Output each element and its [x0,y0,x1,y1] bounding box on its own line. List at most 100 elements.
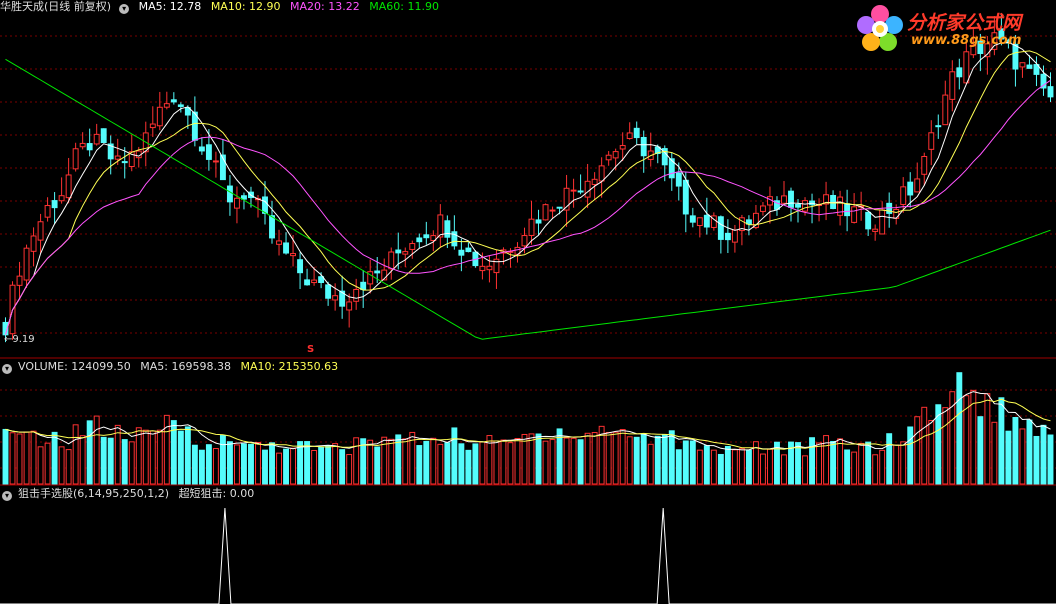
candle-body [781,195,787,204]
volume-bar [367,439,374,485]
volume-bar [991,421,998,485]
volume-bar [1005,430,1012,485]
volume-bar [149,430,156,485]
candle-body [170,99,177,103]
volume-bar [1012,417,1019,485]
site-logo: 分析家公式网 www.88gs.com [855,2,1055,54]
ma10-line [5,50,1051,335]
candle-body [444,220,451,238]
volume-bar [325,445,332,485]
volume-bar [584,432,591,485]
candle-body [163,103,170,108]
candle-body [205,144,212,160]
candle-body [283,242,289,254]
indicator-value: 超短狙击: 0.00 [178,487,255,500]
volume-bar [731,449,738,485]
ma60-line [5,58,1051,340]
candle-body [276,240,282,245]
volume-bar [465,449,472,485]
volume-bar [51,431,58,485]
candle-body [1026,64,1033,69]
volume-bar [844,449,851,485]
volume-bar [430,437,437,485]
volume-bar [689,440,696,485]
candle-body [402,251,409,255]
volume-bar [942,407,949,485]
flower-logo-icon [857,5,903,51]
candle-body [16,275,23,286]
volume-bar [107,437,114,485]
candle-body [149,123,156,129]
candle-body [311,279,318,284]
volume-bar [248,443,254,485]
candle-body [37,221,44,241]
volume-bar [626,436,633,485]
candle-body [535,219,542,224]
candle-body [416,237,423,243]
volume-bar [479,441,486,485]
volume-bar [163,414,170,485]
volume-bar [290,447,297,485]
volume-bar [619,429,626,485]
volume-bar [956,372,963,485]
collapse-price-icon[interactable]: ▾ [119,4,130,14]
volume-bar [521,433,528,485]
logo-url: www.88gs.com [911,33,1022,48]
candle-body [325,284,332,299]
volume-label: VOLUME: 124099.50 [18,360,131,373]
candle-body [332,295,339,301]
volume-bar [612,431,619,485]
volume-bar [830,440,837,485]
low-price-marker: ←9.19 [4,334,35,345]
candle-body [963,51,970,84]
volume-bar [9,432,16,485]
volume-bar [388,438,395,485]
volume-bar [738,448,745,485]
candle-body [633,127,640,139]
candle-body [72,148,79,170]
candle-body [935,125,942,128]
volume-bar [2,428,9,485]
candle-body [262,196,268,214]
volume-bar [563,437,570,485]
candle-body [893,208,900,219]
volume-bar [802,455,808,485]
volume-bar [304,441,311,485]
volume-bar [44,442,51,485]
candle-body [100,128,107,144]
volume-bar [472,443,479,485]
candle-body [290,253,297,257]
volume-bar [458,443,465,485]
volume-bar [724,445,731,485]
volume-bar [374,446,381,485]
volume-bar [872,454,879,485]
volume-bar [86,420,93,485]
volume-bar [30,430,37,485]
volume-bar [233,444,240,485]
candle-body [802,200,808,212]
candle-body [79,142,86,148]
candle-body [549,209,556,212]
volume-bar [353,437,360,485]
candle-body [703,214,710,228]
volume-bar [682,440,689,485]
volume-bar [528,433,535,485]
volume-bar [283,448,289,485]
collapse-volume-icon[interactable]: ▾ [2,364,12,374]
volume-bar [156,429,163,485]
candle-body [353,288,360,302]
candle-body [30,235,37,252]
candle-body [900,186,907,205]
volume-bar [226,441,233,485]
candle-body [58,195,65,202]
volume-bar [437,443,444,485]
volume-bar [262,449,268,485]
collapse-indicator-icon[interactable]: ▾ [2,491,12,501]
candle-body [865,211,872,230]
candle-body [724,232,731,241]
volume-bar [212,448,219,485]
candle-body [44,205,51,218]
volume-bar [402,438,409,485]
volume-bar [500,439,507,485]
candle-body [114,155,121,160]
